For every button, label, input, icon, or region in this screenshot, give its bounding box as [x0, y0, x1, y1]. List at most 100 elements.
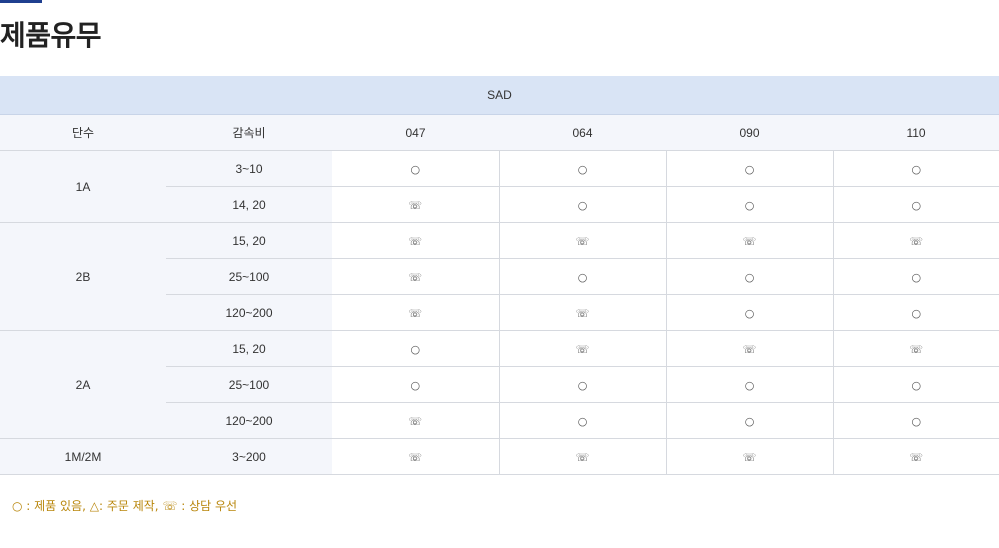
availability-cell: ○ [498, 150, 666, 187]
availability-symbol: ☏ [742, 342, 757, 356]
availability-cell: ☏ [332, 258, 499, 295]
availability-symbol: ☏ [408, 414, 423, 428]
ratio-cell: 120~200 [166, 294, 332, 331]
availability-cell: ☏ [498, 330, 666, 367]
availability-cell: ☏ [832, 330, 999, 367]
availability-symbol: ○ [577, 162, 588, 176]
column-header-row: 단수 감속비 047 064 090 110 [0, 114, 999, 151]
availability-cell: ○ [332, 366, 499, 403]
ratio-cell: 15, 20 [166, 222, 332, 259]
availability-cell: ○ [332, 330, 499, 367]
stage-cell: 2A [0, 330, 166, 439]
availability-cell: ○ [665, 402, 833, 439]
availability-cell: ○ [832, 186, 999, 223]
availability-cell: ☏ [498, 294, 666, 331]
availability-symbol: ☏ [909, 450, 924, 464]
availability-cell: ○ [832, 294, 999, 331]
availability-cell: ○ [832, 366, 999, 403]
availability-cell: ☏ [332, 186, 499, 223]
availability-cell: ○ [665, 366, 833, 403]
availability-symbol: ○ [744, 198, 755, 212]
table-row: 2B 15, 20 ☏ ☏ ☏ ☏ [0, 222, 999, 331]
availability-cell: ☏ [332, 222, 499, 259]
availability-cell: ○ [665, 258, 833, 295]
availability-cell: ○ [665, 186, 833, 223]
legend: ○ : 제품 있음, △: 주문 제작, ☏ : 상담 우선 [12, 499, 238, 513]
header-model-090: 090 [666, 114, 833, 151]
availability-symbol: ○ [410, 342, 421, 356]
table-row: 2A 15, 20 ○ ☏ ☏ ☏ [0, 330, 999, 439]
availability-cell: ☏ [665, 222, 833, 259]
header-model-047: 047 [332, 114, 499, 151]
availability-symbol: ○ [911, 270, 922, 284]
availability-symbol: ○ [577, 270, 588, 284]
ratio-cell: 15, 20 [166, 330, 332, 367]
availability-symbol: ○ [577, 198, 588, 212]
availability-symbol: ☏ [575, 306, 590, 320]
availability-symbol: ○ [410, 378, 421, 392]
header-model-110: 110 [833, 114, 999, 151]
stage-cell: 1M/2M [0, 438, 166, 475]
table-row: 1A 3~10 ○ ○ ○ ○ [0, 150, 999, 223]
title-accent-bar [0, 0, 42, 3]
availability-cell: ☏ [498, 438, 666, 475]
stage-cell: 1A [0, 150, 166, 223]
availability-cell: ☏ [332, 294, 499, 331]
availability-cell: ☏ [665, 438, 833, 475]
availability-cell: ○ [498, 186, 666, 223]
availability-symbol: ○ [744, 162, 755, 176]
availability-symbol: ○ [577, 378, 588, 392]
availability-cell: ☏ [665, 330, 833, 367]
availability-symbol: ○ [577, 414, 588, 428]
page-title: 제품유무 [0, 19, 102, 52]
availability-cell: ☏ [832, 438, 999, 475]
availability-symbol: ☏ [742, 234, 757, 248]
availability-symbol: ☏ [408, 270, 423, 284]
availability-cell: ○ [832, 402, 999, 439]
series-header-row: SAD [0, 76, 999, 115]
availability-cell: ☏ [332, 402, 499, 439]
availability-cell: ○ [498, 366, 666, 403]
availability-symbol: ○ [410, 162, 421, 176]
availability-symbol: ☏ [408, 450, 423, 464]
availability-cell: ○ [832, 150, 999, 187]
availability-symbol: ○ [744, 270, 755, 284]
availability-symbol: ☏ [575, 450, 590, 464]
availability-cell: ☏ [832, 222, 999, 259]
availability-symbol: ☏ [909, 234, 924, 248]
ratio-cell: 120~200 [166, 402, 332, 439]
availability-symbol: ☏ [408, 306, 423, 320]
availability-symbol: ○ [744, 414, 755, 428]
availability-symbol: ☏ [742, 450, 757, 464]
ratio-cell: 14, 20 [166, 186, 332, 223]
availability-symbol: ☏ [408, 234, 423, 248]
availability-symbol: ○ [911, 162, 922, 176]
availability-symbol: ○ [744, 306, 755, 320]
availability-cell: ☏ [498, 222, 666, 259]
ratio-cell: 25~100 [166, 258, 332, 295]
availability-symbol: ○ [911, 378, 922, 392]
availability-symbol: ☏ [575, 342, 590, 356]
availability-cell: ○ [498, 258, 666, 295]
availability-cell: ○ [832, 258, 999, 295]
availability-cell: ○ [332, 150, 499, 187]
availability-symbol: ☏ [909, 342, 924, 356]
header-model-064: 064 [499, 114, 666, 151]
ratio-cell: 25~100 [166, 366, 332, 403]
stage-cell: 2B [0, 222, 166, 331]
availability-cell: ☏ [332, 438, 499, 475]
availability-symbol: ○ [744, 378, 755, 392]
header-stage: 단수 [0, 114, 166, 151]
availability-symbol: ○ [911, 306, 922, 320]
header-ratio: 감속비 [166, 114, 332, 151]
ratio-cell: 3~10 [166, 150, 332, 187]
table-row: 1M/2M 3~200 ☏ ☏ ☏ ☏ [0, 438, 999, 475]
availability-symbol: ☏ [408, 198, 423, 212]
series-label: SAD [0, 76, 999, 115]
availability-symbol: ☏ [575, 234, 590, 248]
product-availability-table: SAD 단수 감속비 047 064 090 110 1A 3~10 ○ ○ ○ ○ 14,… [0, 76, 999, 475]
availability-cell: ○ [665, 150, 833, 187]
availability-symbol: ○ [911, 414, 922, 428]
availability-cell: ○ [498, 402, 666, 439]
availability-cell: ○ [665, 294, 833, 331]
